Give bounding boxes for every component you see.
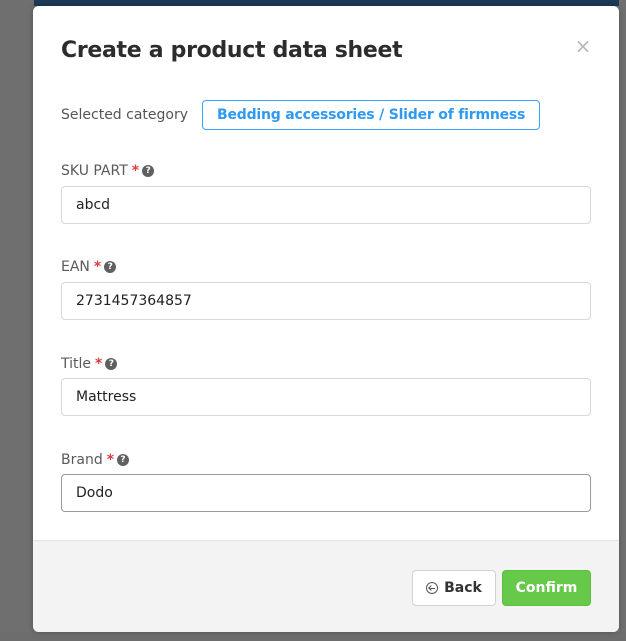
selected-category-label: Selected category — [61, 107, 189, 123]
ean-label-row: EAN * ? — [61, 258, 591, 276]
modal-body: Create a product data sheet × Selected c… — [33, 6, 619, 540]
back-button-label: Back — [444, 580, 482, 596]
modal-footer: Back Confirm — [33, 540, 619, 632]
sku-part-field: SKU PART * ? — [61, 162, 591, 224]
arrow-circle-left-icon — [426, 582, 439, 594]
ean-field: EAN * ? — [61, 258, 591, 320]
brand-input[interactable] — [61, 474, 591, 512]
back-button[interactable]: Back — [412, 570, 496, 606]
question-circle-icon[interactable]: ? — [117, 454, 130, 466]
sku-part-input[interactable] — [61, 186, 591, 224]
title-input[interactable] — [61, 378, 591, 416]
brand-field: Brand * ? — [61, 451, 591, 512]
sku-part-label: SKU PART — [61, 163, 128, 179]
question-circle-icon[interactable]: ? — [104, 261, 117, 273]
required-marker: * — [131, 163, 140, 179]
selected-category-row: Selected category Bedding accessories / … — [61, 100, 541, 130]
required-marker: * — [93, 259, 102, 275]
close-icon[interactable]: × — [573, 36, 593, 56]
sku-part-label-row: SKU PART * ? — [61, 162, 591, 180]
backdrop-right-strip — [619, 0, 626, 641]
backdrop-left-strip — [0, 0, 34, 641]
selected-category-chip[interactable]: Bedding accessories / Slider of firmness — [202, 100, 541, 130]
title-field: Title * ? — [61, 355, 591, 416]
confirm-button[interactable]: Confirm — [502, 570, 591, 606]
required-marker: * — [106, 452, 115, 468]
title-label-row: Title * ? — [61, 355, 591, 373]
title-label: Title — [61, 356, 92, 372]
question-circle-icon[interactable]: ? — [105, 358, 118, 370]
create-product-modal: Create a product data sheet × Selected c… — [33, 6, 619, 632]
ean-input[interactable] — [61, 282, 591, 320]
ean-label: EAN — [61, 259, 90, 275]
modal-title: Create a product data sheet — [61, 38, 403, 63]
question-circle-icon[interactable]: ? — [142, 165, 155, 177]
brand-label: Brand — [61, 452, 103, 468]
backdrop-bottom-strip — [0, 632, 626, 641]
brand-label-row: Brand * ? — [61, 451, 591, 469]
required-marker: * — [95, 356, 103, 372]
